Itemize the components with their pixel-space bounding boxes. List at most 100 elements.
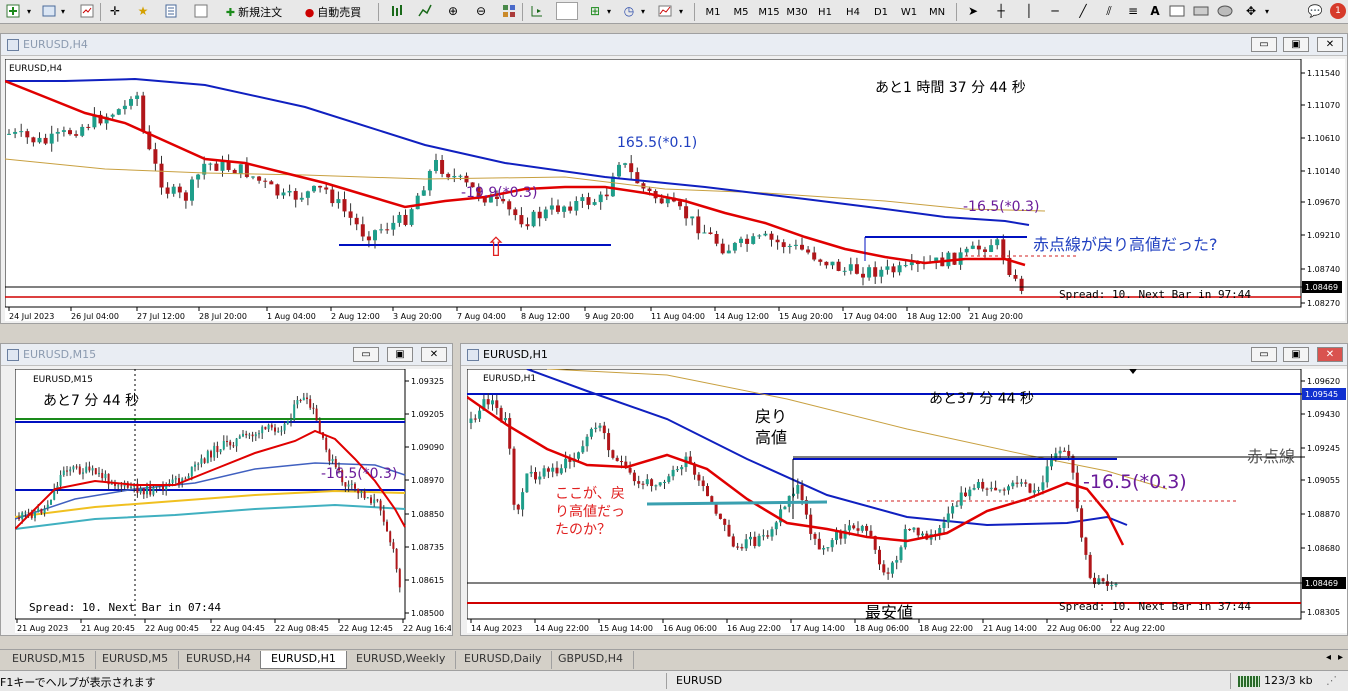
navigator-icon[interactable]	[162, 2, 180, 20]
zoom-in-icon[interactable]: ⊕	[444, 2, 462, 20]
chevron-down-icon[interactable]: ▾	[24, 2, 34, 20]
h4-candle	[281, 192, 286, 196]
h1-candle	[658, 482, 662, 486]
label-icon[interactable]	[1192, 2, 1210, 20]
chevron-down-icon[interactable]: ▾	[58, 2, 68, 20]
autoscroll-icon[interactable]	[556, 2, 578, 20]
favorites-icon[interactable]: ★	[134, 2, 152, 20]
timeframe-h4[interactable]: H4	[840, 2, 866, 22]
tile-windows-icon[interactable]	[500, 2, 518, 20]
maximize-button[interactable]: ▣	[1283, 37, 1309, 52]
auto-trade-button[interactable]: ● 自動売買	[296, 2, 370, 22]
h4-candle	[275, 184, 280, 196]
chevron-down-icon[interactable]: ▾	[676, 2, 686, 20]
crosshair-icon[interactable]: ✛	[106, 2, 124, 20]
h4-candle	[208, 163, 213, 165]
new-order-button[interactable]: ✚ 新規注文	[218, 2, 290, 22]
bar-chart-icon[interactable]	[388, 2, 406, 20]
h4-candle	[336, 199, 341, 204]
chart-shift-icon[interactable]	[528, 2, 546, 20]
h1-y-tick-label: 1.08680	[1307, 544, 1340, 553]
tabs-scroll-left-icon[interactable]: ◂	[1326, 652, 1331, 663]
alert-badge-icon[interactable]: 1	[1330, 3, 1346, 19]
close-button[interactable]: ✕	[421, 347, 447, 362]
h1-candle	[757, 535, 761, 547]
chart-canvas-h1[interactable]: 1.09620 1.09545 1.09430 1.09245 1.09055 1.088…	[467, 369, 1347, 633]
h4-candle	[824, 261, 829, 266]
minimize-button[interactable]: ▭	[1251, 347, 1277, 362]
equidistant-channel-icon[interactable]: ⫽	[1100, 2, 1118, 20]
chevron-down-icon[interactable]: ▾	[1262, 2, 1272, 20]
close-button[interactable]: ✕	[1317, 347, 1343, 362]
tab-eurusd-h1[interactable]: EURUSD,H1	[260, 651, 347, 669]
h1-candle	[564, 458, 568, 469]
horizontal-line-icon[interactable]: ─	[1046, 2, 1064, 20]
notifications-icon[interactable]: 💬	[1306, 2, 1324, 20]
zoom-out-icon[interactable]: ⊖	[472, 2, 490, 20]
minimize-button[interactable]: ▭	[1251, 37, 1277, 52]
rectangle-icon[interactable]	[1168, 2, 1186, 20]
timeframe-d1[interactable]: D1	[868, 2, 894, 22]
h4-candle	[305, 191, 310, 198]
timeframe-m15[interactable]: M15	[756, 2, 782, 22]
chart-canvas-m15[interactable]: 1.09325 1.09205 1.09090 1.08970 1.08850 1.087…	[15, 369, 451, 633]
cursor-icon[interactable]: ➤	[964, 2, 982, 20]
crosshair-tool-icon[interactable]: ┼	[992, 2, 1010, 20]
new-chart-icon[interactable]	[4, 2, 22, 20]
ellipse-icon[interactable]	[1216, 2, 1234, 20]
fibonacci-icon[interactable]: ≡	[1124, 2, 1142, 20]
m15-candle	[245, 433, 248, 436]
timeframe-mn[interactable]: MN	[924, 2, 950, 22]
chart-canvas-h4[interactable]: 1.11540 1.11070 1.10610 1.10140 1.09670 1.092…	[5, 59, 1345, 321]
h1-candle	[559, 468, 563, 474]
tab-eurusd-m5[interactable]: EURUSD,M5	[92, 651, 180, 669]
h1-candle	[1088, 554, 1092, 578]
bar-countdown: あと1 時間 37 分 44 秒	[875, 80, 1026, 96]
h4-candle	[647, 188, 652, 192]
h4-candle	[720, 243, 725, 254]
timeframe-w1[interactable]: W1	[896, 2, 922, 22]
timeframe-h1[interactable]: H1	[812, 2, 838, 22]
market-watch-icon[interactable]	[78, 2, 96, 20]
tab-eurusd-m15[interactable]: EURUSD,M15	[2, 651, 97, 669]
h4-candle	[366, 236, 371, 241]
h1-candle	[581, 446, 585, 453]
h4-x-tick-label: 2 Aug 12:00	[331, 312, 380, 321]
shapes-icon[interactable]: ✥	[1242, 2, 1260, 20]
chart-tabs: EURUSD,M15 EURUSD,M5 EURUSD,H4 EURUSD,H1…	[0, 649, 1348, 669]
text-tool-icon[interactable]: A	[1146, 2, 1164, 20]
maximize-button[interactable]: ▣	[1283, 347, 1309, 362]
timeframe-m5[interactable]: M5	[728, 2, 754, 22]
m15-candle	[296, 400, 299, 405]
close-button[interactable]: ✕	[1317, 37, 1343, 52]
timeframe-m1[interactable]: M1	[700, 2, 726, 22]
h1-candle	[1002, 489, 1006, 491]
minimize-button[interactable]: ▭	[353, 347, 379, 362]
m15-candle	[171, 479, 174, 484]
tab-gbpusd-h4[interactable]: GBPUSD,H4	[548, 651, 634, 669]
terminal-icon[interactable]	[192, 2, 210, 20]
m15-candle	[210, 451, 212, 458]
periods-icon[interactable]: ◷	[620, 2, 638, 20]
tabs-scroll-right-icon[interactable]: ▸	[1338, 652, 1343, 663]
tab-eurusd-weekly[interactable]: EURUSD,Weekly	[346, 651, 457, 669]
chevron-down-icon[interactable]: ▾	[638, 2, 648, 20]
h4-candle	[458, 175, 463, 177]
h1-candle	[753, 536, 757, 547]
line-chart-icon[interactable]	[416, 2, 434, 20]
templates-icon[interactable]	[656, 2, 674, 20]
maximize-button[interactable]: ▣	[387, 347, 413, 362]
h4-candle	[629, 163, 634, 173]
h4-candle	[122, 105, 127, 110]
h1-candle	[577, 452, 580, 459]
profiles-icon[interactable]	[40, 2, 58, 20]
vertical-line-icon[interactable]: │	[1020, 2, 1038, 20]
indicators-icon[interactable]: ⊞	[586, 2, 604, 20]
tab-eurusd-h4[interactable]: EURUSD,H4	[176, 651, 262, 669]
trendline-icon[interactable]: ╱	[1074, 2, 1092, 20]
chart-symbol-label: EURUSD,H4	[9, 64, 63, 74]
timeframe-m30[interactable]: M30	[784, 2, 810, 22]
tab-eurusd-daily[interactable]: EURUSD,Daily	[454, 651, 553, 669]
window-title: EURUSD,H1	[483, 348, 548, 361]
chevron-down-icon[interactable]: ▾	[604, 2, 614, 20]
